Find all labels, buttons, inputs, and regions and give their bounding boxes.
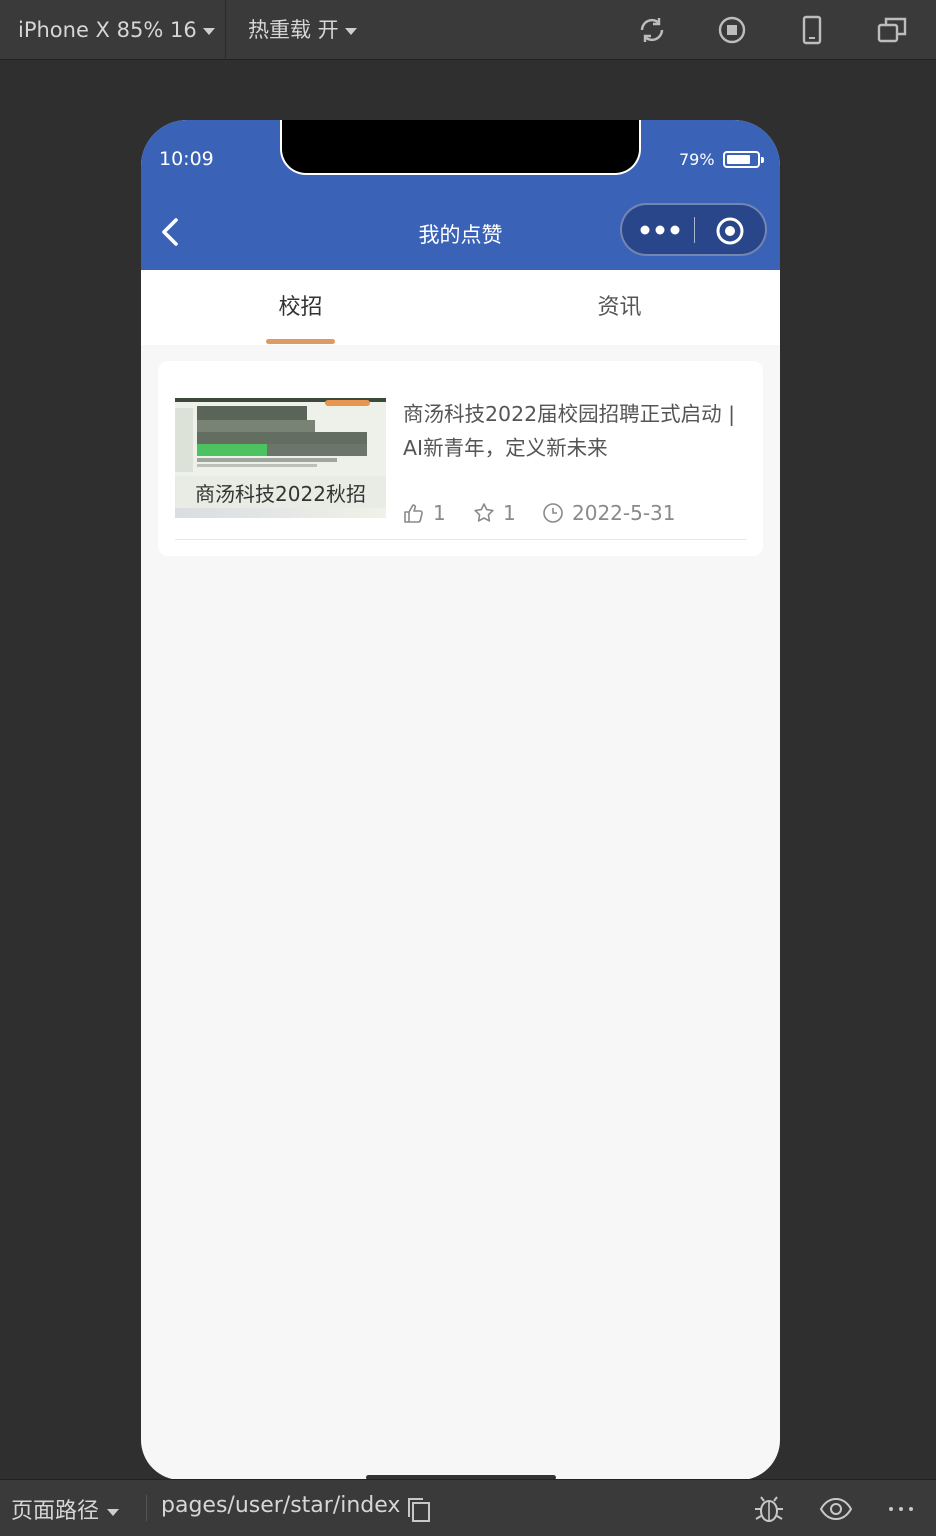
thumbs-up-icon [404,504,423,523]
publish-date-value: 2022-5-31 [572,501,676,525]
close-target-icon[interactable] [715,216,745,246]
hot-reload-label: 热重载 开 [248,18,339,42]
status-time: 10:09 [159,148,214,170]
phone-preview-icon[interactable] [796,14,828,46]
thumbnail-strip [175,508,386,518]
simulator-toolbar: iPhone X 85% 16 热重载 开 [0,0,936,60]
eye-icon[interactable] [819,1492,853,1526]
recruitment-poster-image [175,398,386,476]
phone-simulator: 10:09 79% 我的点赞 校招 资讯 商汤科技2022秋招 商汤科技2022… [141,120,780,1480]
like-count: 1 [403,501,446,525]
tab-bar: 校招 资讯 [141,270,780,345]
stop-icon[interactable] [716,14,748,46]
path-divider [146,1495,147,1521]
device-selector[interactable]: iPhone X 85% 16 [18,0,215,60]
toolbar-divider [225,0,226,60]
hot-reload-selector[interactable]: 热重载 开 [248,0,357,60]
mini-program-capsule [620,203,767,256]
more-icon[interactable] [884,1492,918,1526]
tab-campus-recruit[interactable]: 校招 [141,270,460,345]
tab-active-indicator [266,339,335,344]
window-detach-icon[interactable] [876,14,908,46]
battery-icon [723,151,764,168]
like-count-value: 1 [433,501,446,525]
copy-icon[interactable] [406,1496,432,1524]
article-thumbnail: 商汤科技2022秋招 [175,398,386,518]
phone-notch [280,120,641,175]
battery-fill [727,155,750,164]
capsule-divider [694,217,695,243]
publish-date: 2022-5-31 [542,501,676,525]
tab-news[interactable]: 资讯 [460,270,779,345]
page-path-bar: 页面路径 pages/user/star/index [0,1479,936,1536]
star-count-value: 1 [503,501,516,525]
clock-icon [543,503,563,523]
chevron-down-icon [107,1508,120,1516]
liked-article-card[interactable]: 商汤科技2022秋招 商汤科技2022届校园招聘正式启动 | AI新青年，定义新… [158,361,763,556]
star-count: 1 [473,501,516,525]
debug-bug-icon[interactable] [752,1492,786,1526]
chevron-down-icon [344,27,357,35]
battery-tip [761,157,764,163]
star-icon [474,503,494,522]
chevron-down-icon [202,27,215,35]
article-title[interactable]: 商汤科技2022届校园招聘正式启动 | AI新青年，定义新未来 [403,397,753,465]
page-path-selector[interactable]: 页面路径 [11,1493,120,1525]
thumbnail-caption: 商汤科技2022秋招 [195,482,366,506]
page-path-value: pages/user/star/index [161,1493,401,1518]
page-path-label: 页面路径 [11,1499,100,1524]
status-bar: 10:09 79% [141,120,780,195]
card-divider [175,539,746,540]
nav-bar: 我的点赞 [141,195,780,270]
more-dots-icon[interactable] [638,218,682,242]
device-label: iPhone X 85% 16 [18,18,197,42]
refresh-icon[interactable] [636,14,668,46]
battery-percent: 79% [679,150,715,169]
